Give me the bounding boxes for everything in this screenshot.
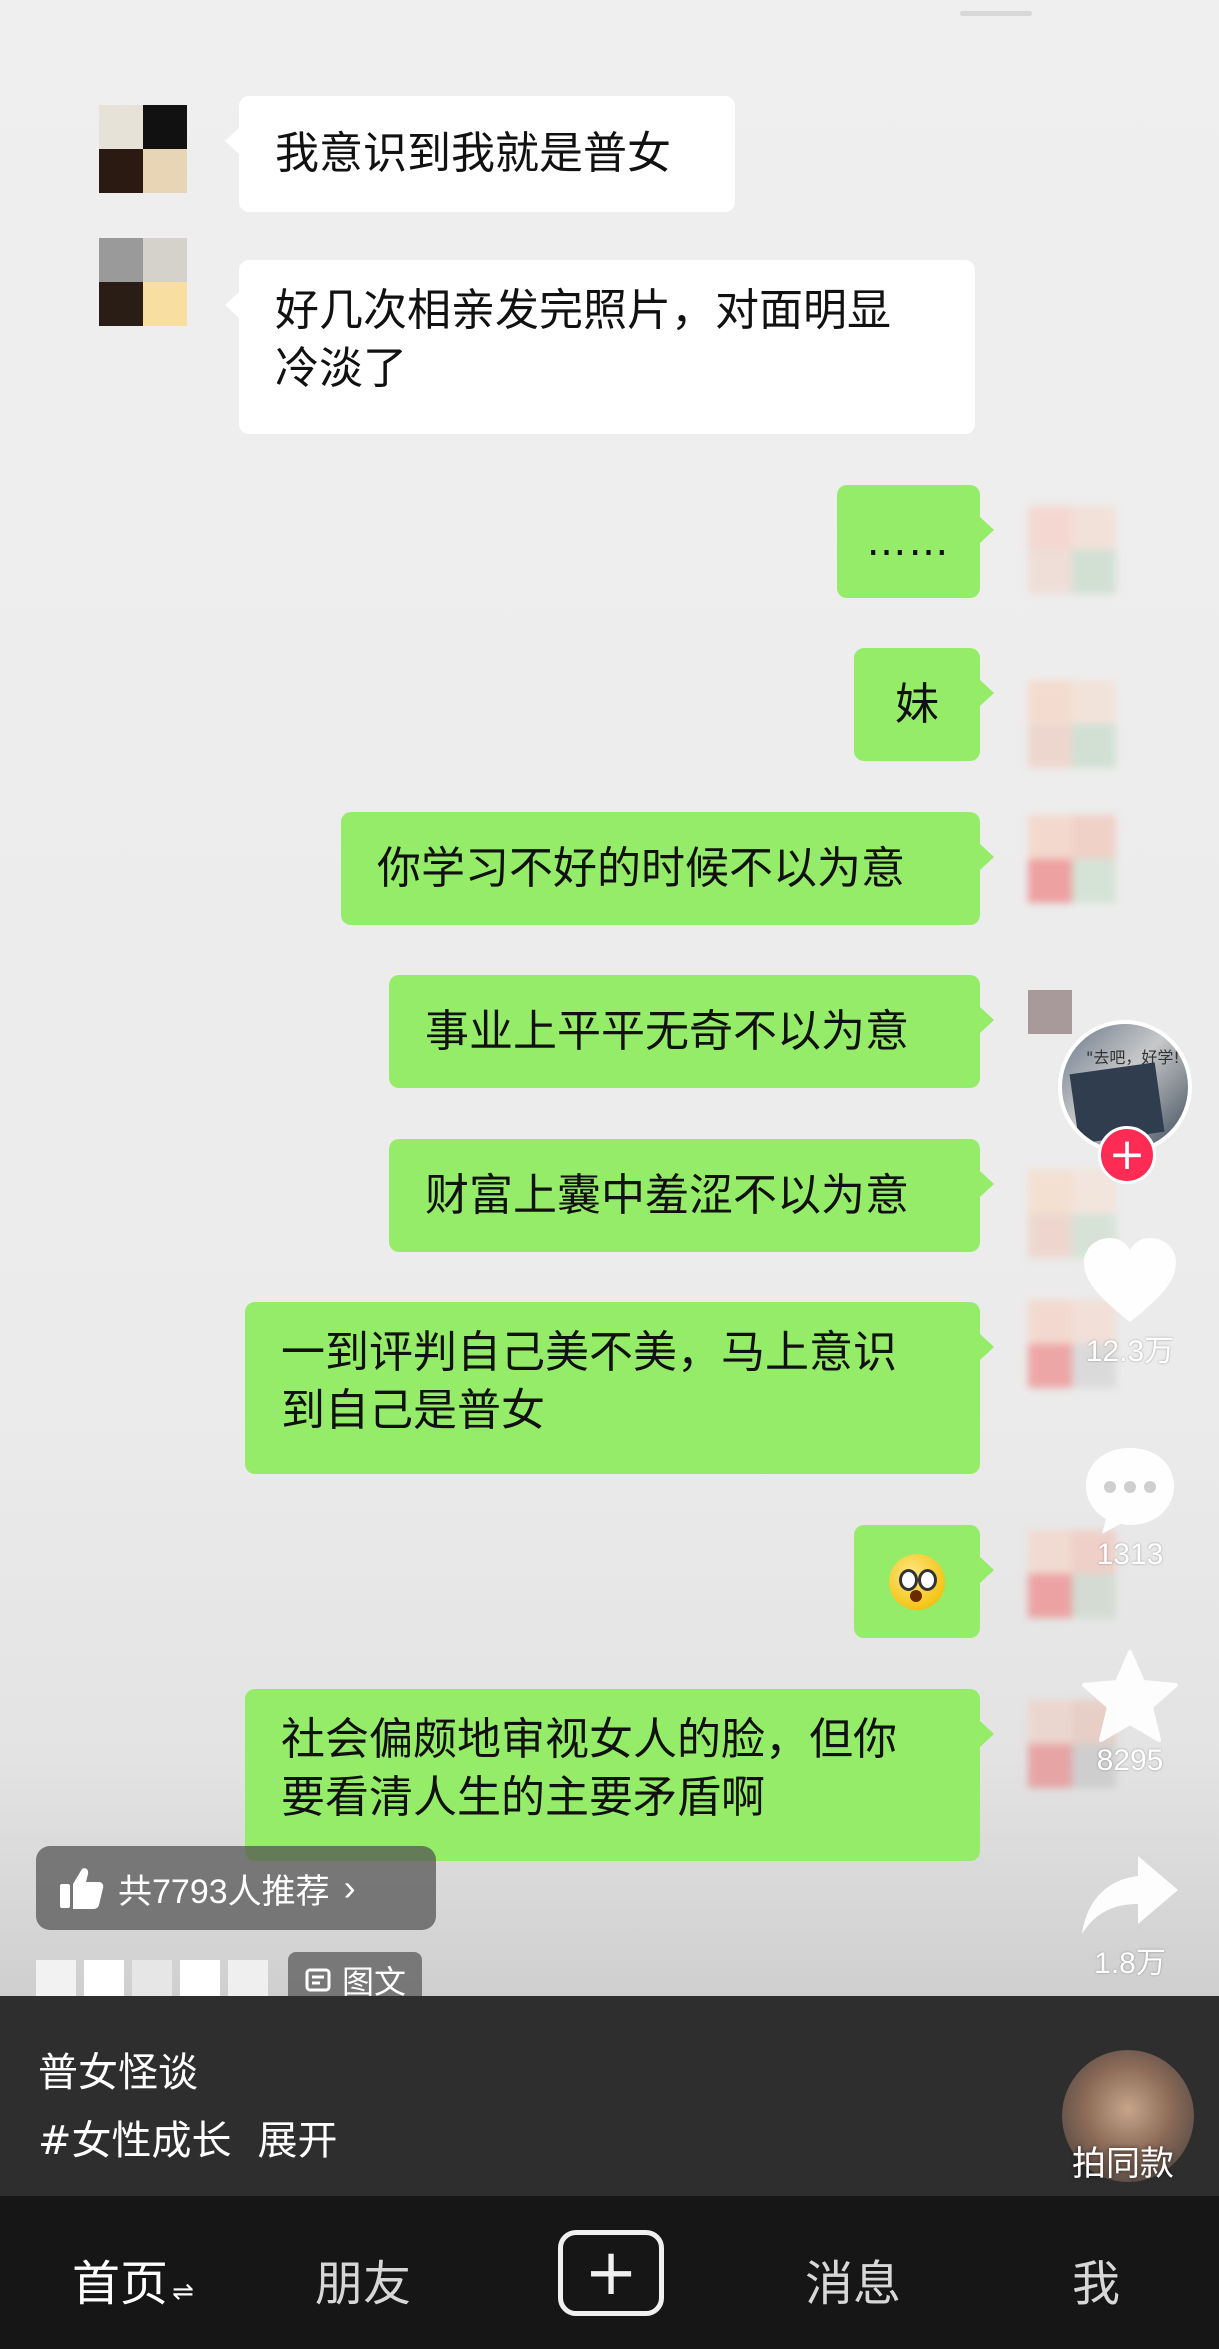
message-bubble-sent: …… — [837, 485, 994, 598]
message-bubble-sent: 财富上囊中羞涩不以为意 — [389, 1139, 994, 1252]
message-text: 我意识到我就是普女 — [275, 128, 671, 179]
message-bubble-sent: 一到评判自己美不美，马上意识 到自己是普女 — [245, 1302, 994, 1474]
message-bubble-sent: 社会偏颇地审视女人的脸，但你 要看清人生的主要矛盾啊 — [245, 1689, 994, 1861]
author-avatar-caption: "去吧，好学!" — [1086, 1048, 1188, 1067]
nav-friends[interactable]: 朋友 — [315, 2244, 411, 2314]
recommend-count-label: 共7793人推荐 — [118, 1872, 330, 1911]
share-arrow-icon — [1082, 1856, 1178, 1934]
chat-screenshot-post: 我意识到我就是普女 好几次相亲发完照片，对面明显 冷淡了 …… 妹 你学习不好的… — [0, 0, 1219, 2349]
like-count: 12.3万 — [1085, 1335, 1175, 1368]
message-text-line: 一到评判自己美不美，马上意识 — [281, 1327, 897, 1378]
chevron-right-icon: › — [343, 1867, 356, 1908]
top-handle — [960, 11, 1032, 16]
favorite-count: 8295 — [1096, 1744, 1164, 1777]
same-style-label[interactable]: 拍同款 — [1072, 2136, 1174, 2185]
message-text-line: 要看清人生的主要矛盾啊 — [281, 1772, 765, 1823]
nav-home-label: 首页 — [72, 2256, 169, 2312]
comment-icon — [1086, 1448, 1174, 1534]
own-avatar — [1028, 990, 1072, 1034]
plus-icon: + — [1108, 1129, 1146, 1180]
message-text: 你学习不好的时候不以为意 — [377, 842, 905, 894]
image-text-icon — [305, 1968, 331, 1992]
message-text: 财富上囊中羞涩不以为意 — [425, 1169, 909, 1221]
heart-icon — [1084, 1238, 1176, 1322]
nav-messages[interactable]: 消息 — [805, 2244, 901, 2314]
create-button[interactable]: + — [558, 2230, 664, 2316]
hashtag-link[interactable]: #女性成长 — [38, 2108, 232, 2166]
share-count: 1.8万 — [1094, 1947, 1166, 1980]
comment-count: 1313 — [1096, 1538, 1164, 1571]
own-avatar — [1028, 680, 1116, 768]
plus-icon: + — [584, 2236, 638, 2310]
message-bubble-received: 好几次相亲发完照片，对面明显 冷淡了 — [225, 260, 975, 434]
message-bubble-sent: 妹 — [854, 648, 994, 761]
share-button[interactable]: 1.8万 — [1075, 1852, 1185, 1982]
message-text: …… — [866, 518, 951, 565]
message-text-line: 好几次相亲发完照片，对面明显 — [275, 285, 891, 336]
message-text: 事业上平平无奇不以为意 — [425, 1005, 909, 1057]
message-text: 妹 — [895, 678, 939, 730]
own-avatar — [1028, 506, 1116, 594]
like-button[interactable]: 12.3万 — [1075, 1236, 1185, 1370]
message-bubble-received: 我意识到我就是普女 — [225, 96, 735, 212]
switch-icon: ⇌ — [172, 2277, 194, 2307]
comment-button[interactable]: 1313 — [1075, 1442, 1185, 1572]
recommend-badge[interactable]: 共7793人推荐 › — [36, 1846, 436, 1930]
follow-button[interactable]: + — [1098, 1126, 1156, 1184]
astonished-emoji-icon — [889, 1553, 945, 1610]
message-bubble-sent — [854, 1525, 994, 1638]
author-name-mosaic — [36, 1960, 268, 2000]
star-icon — [1082, 1650, 1178, 1742]
thumbs-up-icon — [60, 1868, 104, 1909]
own-avatar — [1028, 815, 1116, 903]
post-title: 普女怪谈 — [38, 2050, 198, 2096]
favorite-button[interactable]: 8295 — [1075, 1648, 1185, 1778]
expand-link[interactable]: 展开 — [258, 2108, 338, 2166]
message-text-line: 到自己是普女 — [281, 1385, 545, 1436]
message-bubble-sent: 你学习不好的时候不以为意 — [341, 812, 994, 925]
sender-avatar — [99, 105, 187, 193]
nav-me[interactable]: 我 — [1072, 2244, 1120, 2314]
sender-avatar-lower — [99, 282, 187, 370]
message-text-line: 冷淡了 — [275, 343, 407, 394]
message-text-line: 社会偏颇地审视女人的脸，但你 — [281, 1714, 897, 1765]
nav-home[interactable]: 首页 ⇌ — [72, 2244, 194, 2314]
post-tags-row: #女性成长 展开 — [38, 2108, 338, 2166]
message-bubble-sent: 事业上平平无奇不以为意 — [389, 975, 994, 1088]
